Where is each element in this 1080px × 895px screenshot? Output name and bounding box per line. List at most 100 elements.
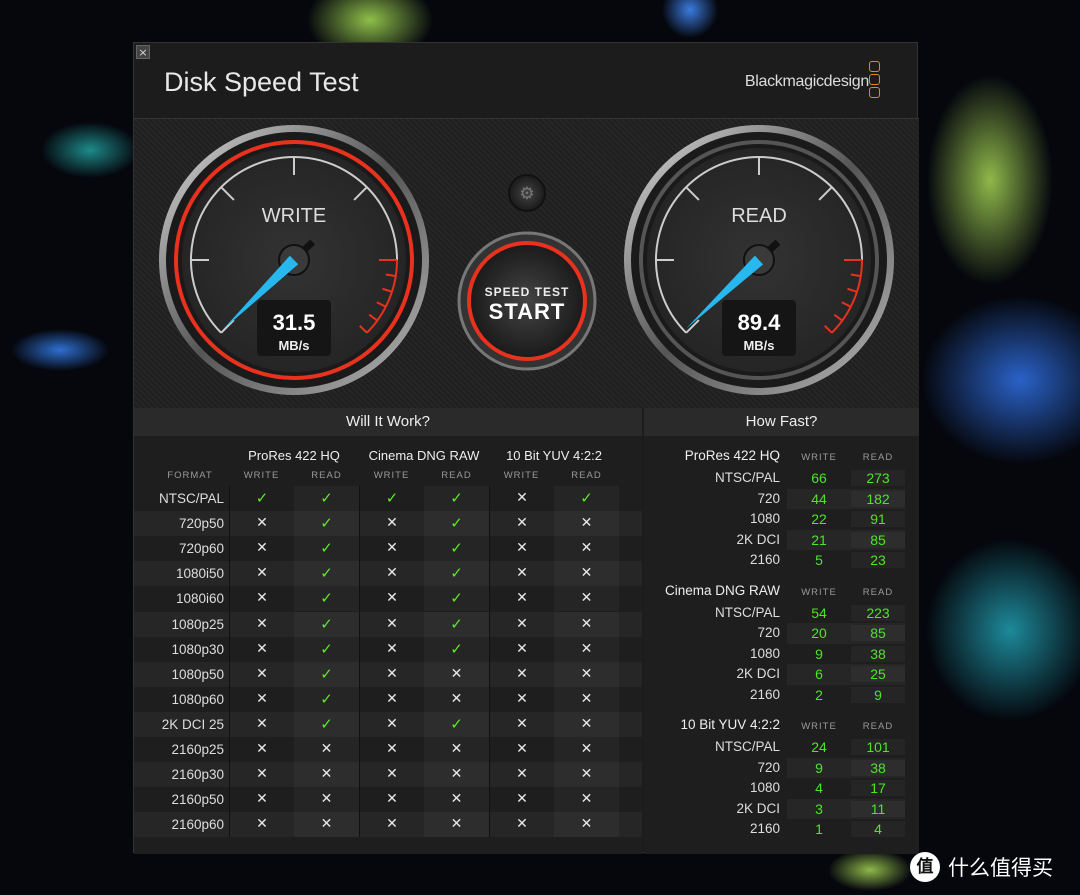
write-subheader: WRITE bbox=[801, 586, 837, 598]
read-speed: 182 bbox=[851, 491, 905, 507]
cross-icon: ✕ bbox=[554, 812, 619, 837]
cross-icon: ✕ bbox=[489, 611, 554, 637]
table-row: 1080i60 ✕ ✓ ✕ ✓ ✕ ✕ bbox=[134, 586, 642, 612]
read-speed: 4 bbox=[851, 821, 905, 837]
cross-icon: ✕ bbox=[554, 762, 619, 787]
check-icon: ✓ bbox=[424, 612, 489, 637]
format-label: NTSC/PAL bbox=[158, 491, 224, 506]
format-label: 2K DCI bbox=[736, 666, 780, 681]
cross-icon: ✕ bbox=[359, 561, 424, 587]
format-label: NTSC/PAL bbox=[714, 739, 780, 754]
table-row: 1080p60 ✕ ✓ ✕ ✕ ✕ ✕ bbox=[134, 686, 642, 712]
check-icon: ✓ bbox=[294, 511, 359, 536]
cross-icon: ✕ bbox=[359, 661, 424, 687]
check-icon: ✓ bbox=[294, 486, 359, 511]
check-icon: ✓ bbox=[294, 637, 359, 662]
cross-icon: ✕ bbox=[489, 737, 554, 762]
write-speed: 44 bbox=[811, 490, 827, 507]
will-it-work-table: ProRes 422 HQ WRITE READ Cinema DNG RAW WRIT… bbox=[134, 436, 642, 854]
read-speed: 85 bbox=[851, 532, 905, 548]
cross-icon: ✕ bbox=[359, 611, 424, 637]
read-speed: 38 bbox=[851, 646, 905, 662]
check-icon: ✓ bbox=[424, 511, 489, 536]
table-row: 720p50 ✕ ✓ ✕ ✓ ✕ ✕ bbox=[134, 511, 642, 537]
write-speed: 5 bbox=[815, 552, 823, 568]
format-label: 720 bbox=[757, 759, 780, 775]
read-speed: 223 bbox=[851, 605, 905, 621]
cross-icon: ✕ bbox=[554, 536, 619, 561]
cross-icon: ✕ bbox=[424, 787, 489, 812]
write-speed: 22 bbox=[811, 511, 827, 527]
gear-icon[interactable]: ⚙ bbox=[519, 184, 534, 204]
check-icon: ✓ bbox=[294, 712, 359, 737]
start-button-caption[interactable]: SPEED TEST bbox=[485, 285, 570, 299]
write-speed: 6 bbox=[815, 666, 823, 682]
format-label: 2160 bbox=[749, 821, 780, 836]
format-label: 2160 bbox=[749, 686, 780, 702]
format-label: 1080 bbox=[749, 780, 780, 795]
check-icon: ✓ bbox=[294, 612, 359, 637]
cross-icon: ✕ bbox=[489, 486, 554, 511]
cross-icon: ✕ bbox=[294, 762, 359, 787]
codec-header: Cinema DNG RAW bbox=[368, 448, 480, 463]
check-icon: ✓ bbox=[424, 486, 489, 511]
read-subheader: READ bbox=[441, 470, 472, 481]
cross-icon: ✕ bbox=[554, 561, 619, 586]
check-icon: ✓ bbox=[294, 561, 359, 586]
format-label: 1080 bbox=[749, 511, 780, 526]
cross-icon: ✕ bbox=[359, 737, 424, 762]
cross-icon: ✕ bbox=[229, 511, 294, 537]
read-speed: 9 bbox=[851, 687, 905, 703]
table-row: NTSC/PAL ✓ ✓ ✓ ✓ ✕ ✓ bbox=[134, 486, 642, 511]
read-speed: 85 bbox=[851, 625, 905, 641]
watermark-logo: 值 bbox=[910, 852, 940, 882]
write-speed: 20 bbox=[811, 625, 827, 641]
read-speed-unit: MB/s bbox=[743, 338, 774, 353]
close-button[interactable]: × bbox=[136, 45, 150, 59]
cross-icon: ✕ bbox=[359, 686, 424, 712]
cross-icon: ✕ bbox=[229, 686, 294, 712]
cross-icon: ✕ bbox=[229, 711, 294, 737]
write-speed-unit: MB/s bbox=[278, 338, 309, 353]
format-label: 1080p30 bbox=[171, 641, 224, 657]
read-speed: 38 bbox=[851, 760, 905, 776]
how-fast-table: ProRes 422 HQ WRITE READ NTSC/PAL 66 273 720 44… bbox=[644, 436, 919, 854]
check-icon: ✓ bbox=[554, 486, 619, 511]
format-label: 2K DCI 25 bbox=[161, 716, 224, 732]
table-row: 2160p60 ✕ ✕ ✕ ✕ ✕ ✕ bbox=[134, 812, 642, 838]
cross-icon: ✕ bbox=[229, 787, 294, 813]
format-label: 720 bbox=[757, 490, 780, 506]
format-header: FORMAT bbox=[167, 470, 213, 481]
start-button-label[interactable]: START bbox=[489, 299, 566, 324]
table-row: 1080i50 ✕ ✓ ✕ ✓ ✕ ✕ bbox=[134, 561, 642, 587]
format-label: NTSC/PAL bbox=[714, 470, 780, 485]
write-subheader: WRITE bbox=[243, 470, 280, 481]
cross-icon: ✕ bbox=[554, 612, 619, 637]
format-label: 1080i50 bbox=[175, 566, 224, 582]
write-subheader: WRITE bbox=[801, 452, 837, 463]
write-speed: 21 bbox=[811, 531, 827, 548]
read-gauge-label: READ bbox=[731, 205, 787, 227]
write-speed: 24 bbox=[811, 739, 827, 755]
read-speed: 101 bbox=[851, 739, 905, 755]
cross-icon: ✕ bbox=[359, 586, 424, 612]
write-speed: 9 bbox=[815, 645, 823, 662]
write-speed: 54 bbox=[811, 604, 827, 621]
will-it-work-header: Will It Work? bbox=[134, 408, 642, 436]
cross-icon: ✕ bbox=[424, 662, 489, 687]
read-speed: 25 bbox=[851, 666, 905, 682]
cross-icon: ✕ bbox=[229, 536, 294, 562]
cross-icon: ✕ bbox=[489, 586, 554, 612]
write-gauge-label: WRITE bbox=[262, 205, 326, 227]
cross-icon: ✕ bbox=[229, 737, 294, 762]
read-speed: 91 bbox=[851, 511, 905, 527]
cross-icon: ✕ bbox=[489, 636, 554, 662]
write-subheader: WRITE bbox=[503, 470, 540, 481]
format-label: 1080 bbox=[749, 645, 780, 661]
read-speed: 17 bbox=[851, 780, 905, 796]
cross-icon: ✕ bbox=[359, 536, 424, 562]
codec-header: 10 Bit YUV 4:2:2 bbox=[506, 448, 602, 463]
table-row: 2160p50 ✕ ✕ ✕ ✕ ✕ ✕ bbox=[134, 787, 642, 813]
cross-icon: ✕ bbox=[294, 787, 359, 812]
watermark-text: 什么值得买 bbox=[948, 856, 1053, 880]
